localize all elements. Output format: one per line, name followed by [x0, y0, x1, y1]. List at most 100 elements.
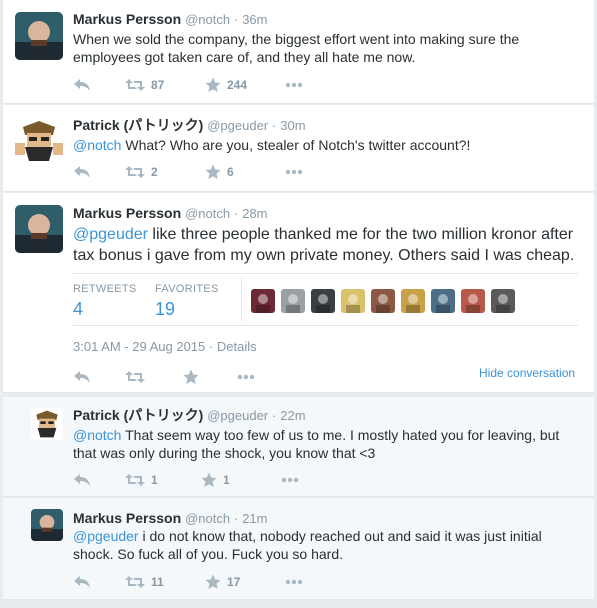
separator: ·: [272, 408, 277, 423]
tweet-body: like three people thanked me for the two…: [73, 226, 575, 264]
tweet-expanded[interactable]: Markus Persson @notch · 28m @pgeuder lik…: [3, 193, 594, 393]
favorite-count: 244: [227, 78, 248, 92]
favorite-count: 17: [227, 575, 241, 589]
timestamp[interactable]: 22m: [280, 408, 305, 423]
fullname[interactable]: Markus Persson: [73, 11, 181, 27]
reply-button[interactable]: [73, 473, 125, 487]
more-button[interactable]: [285, 579, 303, 585]
tweet-meta: 3:01 AM - 29 Aug 2015 · Details: [73, 339, 257, 354]
favoriter-avatar[interactable]: [401, 289, 425, 313]
favorite-count: 6: [227, 165, 234, 179]
favoriter-avatar[interactable]: [371, 289, 395, 313]
tweet-actions: 1 1: [73, 470, 299, 490]
reply-button[interactable]: [73, 78, 125, 92]
tweet-reply[interactable]: Patrick (パトリック) @pgeuder · 22m @notch Th…: [3, 397, 594, 497]
fullname[interactable]: Patrick (パトリック): [73, 407, 203, 423]
reply-button[interactable]: [73, 165, 125, 179]
tweet-header: Markus Persson @notch · 28m: [73, 204, 267, 223]
reply-icon: [74, 576, 90, 588]
mention-link[interactable]: @notch: [73, 137, 121, 153]
retweet-icon: [125, 576, 145, 588]
fullname[interactable]: Markus Persson: [73, 205, 181, 221]
hide-conversation-link[interactable]: Hide conversation: [479, 366, 575, 380]
reply-button[interactable]: [73, 370, 125, 384]
tweet-stats: RETWEETS 4 FAVORITES 19: [73, 283, 237, 320]
avatar[interactable]: [31, 408, 63, 440]
favorite-button[interactable]: 17: [205, 574, 285, 590]
favorites-value: 19: [155, 299, 176, 319]
username[interactable]: @notch: [185, 206, 230, 221]
tweet-text: @pgeuder like three people thanked me fo…: [73, 224, 585, 266]
timestamp[interactable]: 36m: [242, 12, 267, 27]
timestamp[interactable]: 30m: [280, 118, 305, 133]
more-icon: [285, 82, 303, 88]
retweet-icon: [125, 79, 145, 91]
avatar[interactable]: [15, 117, 63, 165]
separator: ·: [208, 339, 214, 354]
tweet-text: @notch What? Who are you, stealer of Not…: [73, 136, 573, 154]
favorites-label: FAVORITES: [155, 283, 219, 295]
retweet-button[interactable]: 11: [125, 575, 205, 589]
fullname[interactable]: Markus Persson: [73, 510, 181, 526]
favorite-icon: [183, 369, 199, 384]
retweets-stat[interactable]: RETWEETS 4: [73, 283, 155, 320]
mention-link[interactable]: @pgeuder: [73, 226, 148, 243]
favoriter-avatar[interactable]: [251, 289, 275, 313]
reply-button[interactable]: [73, 575, 125, 589]
divider: [73, 273, 578, 274]
tweet-actions: 87 244: [73, 75, 303, 95]
tweet[interactable]: Patrick (パトリック) @pgeuder · 30m @notch Wh…: [3, 105, 594, 192]
favorite-button[interactable]: 6: [205, 164, 285, 180]
favoriter-avatar[interactable]: [461, 289, 485, 313]
tweet-reply[interactable]: Markus Persson @notch · 21m @pgeuder i d…: [3, 498, 594, 600]
reply-icon: [74, 474, 90, 486]
retweet-button[interactable]: 1: [125, 473, 201, 487]
more-button[interactable]: [285, 82, 303, 88]
username[interactable]: @pgeuder: [207, 408, 268, 423]
username[interactable]: @notch: [185, 511, 230, 526]
favoriter-avatar[interactable]: [281, 289, 305, 313]
favoriter-avatar[interactable]: [311, 289, 335, 313]
favoriter-avatar[interactable]: [341, 289, 365, 313]
mention-link[interactable]: @notch: [73, 427, 121, 443]
tweet-body: i do not know that, nobody reached out a…: [73, 528, 542, 562]
favoriter-avatar[interactable]: [491, 289, 515, 313]
tweet-body: What? Who are you, stealer of Notch's tw…: [121, 137, 471, 153]
timestamp[interactable]: 21m: [242, 511, 267, 526]
more-button[interactable]: [285, 169, 303, 175]
fullname[interactable]: Patrick (パトリック): [73, 117, 203, 133]
more-button[interactable]: [281, 477, 299, 483]
divider: [241, 277, 242, 321]
avatar[interactable]: [15, 12, 63, 60]
reply-icon: [74, 79, 90, 91]
details-link[interactable]: Details: [217, 339, 257, 354]
tweet-header: Patrick (パトリック) @pgeuder · 22m: [73, 406, 306, 425]
timestamp[interactable]: 28m: [242, 206, 267, 221]
username[interactable]: @pgeuder: [207, 118, 268, 133]
retweets-label: RETWEETS: [73, 283, 137, 295]
tweet-text: When we sold the company, the biggest ef…: [73, 31, 520, 65]
favorites-stat[interactable]: FAVORITES 19: [155, 283, 237, 320]
favorite-button[interactable]: 1: [201, 472, 281, 488]
more-icon: [281, 477, 299, 483]
separator: ·: [233, 206, 239, 221]
retweet-button[interactable]: [125, 370, 183, 384]
avatar[interactable]: [31, 509, 63, 541]
avatar[interactable]: [15, 205, 63, 253]
retweet-icon: [125, 371, 145, 383]
more-button[interactable]: [237, 374, 255, 380]
separator: ·: [233, 12, 239, 27]
favoriter-avatar[interactable]: [431, 289, 455, 313]
retweet-button[interactable]: 2: [125, 165, 205, 179]
retweet-button[interactable]: 87: [125, 78, 205, 92]
tweet[interactable]: Markus Persson @notch · 36m When we sold…: [3, 0, 594, 104]
favorite-button[interactable]: 244: [205, 77, 285, 93]
mention-link[interactable]: @pgeuder: [73, 528, 139, 544]
tweet-timestamp[interactable]: 3:01 AM - 29 Aug 2015: [73, 339, 205, 354]
favorite-button[interactable]: [183, 369, 237, 385]
retweet-count: 1: [151, 473, 158, 487]
username[interactable]: @notch: [185, 12, 230, 27]
tweet-header: Markus Persson @notch · 36m: [73, 10, 267, 29]
separator: ·: [233, 511, 239, 526]
favorite-icon: [205, 164, 221, 179]
